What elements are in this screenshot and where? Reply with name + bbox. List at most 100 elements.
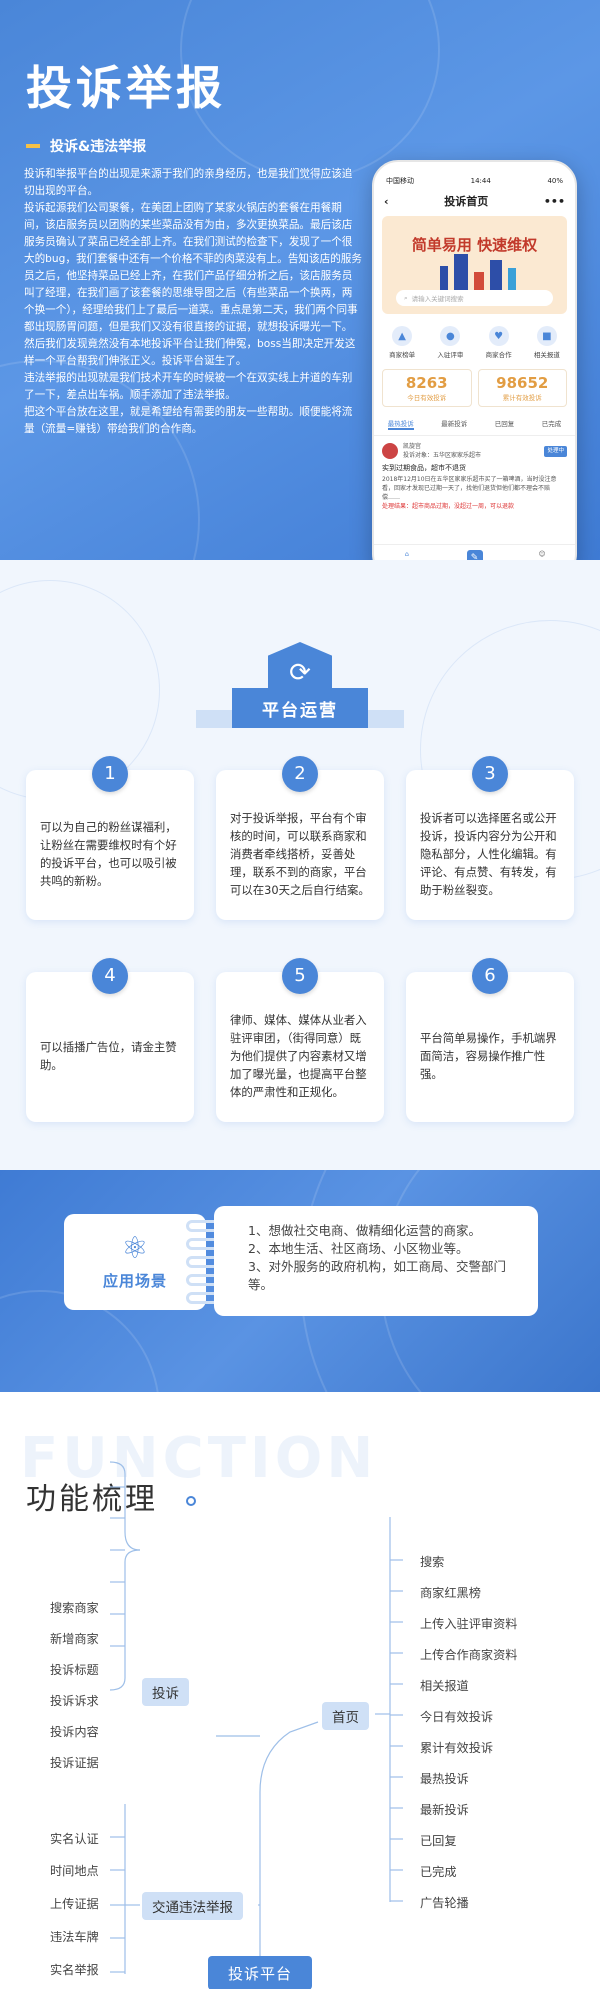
mindmap-leaf: 投诉诉求 xyxy=(50,1694,99,1708)
mindmap-leaf: 已回复 xyxy=(420,1834,457,1848)
mindmap-leaf: 投诉证据 xyxy=(50,1756,99,1770)
post-result: 处理结果：超市商品过期，没超过一周，可以退款 xyxy=(382,503,515,510)
card-text: 律师、媒体、媒体从业者入驻评审团，（街得同意）既为他们提供了内容素材又增加了曝光… xyxy=(230,1013,367,1099)
search-icon: ⌕ xyxy=(404,293,408,302)
mindmap-leaf: 投诉标题 xyxy=(50,1663,99,1677)
card-number: 5 xyxy=(282,958,318,994)
ops-card: 6 平台简单易操作，手机端界面简洁，容易操作推广性强。 xyxy=(406,958,574,1122)
phone-mockup: 中国移动 14:44 40% ‹ 投诉首页 ••• 简单易用 快速维权 ⌕ 请输… xyxy=(372,160,577,580)
ops-card: 5 律师、媒体、媒体从业者入驻评审团，（街得同意）既为他们提供了内容素材又增加了… xyxy=(216,958,384,1122)
stat-value: 98652 xyxy=(496,374,549,392)
ops-card: 1 可以为自己的粉丝谋福利，让粉丝在需要维权时有个好的投诉平台，也可以吸引被共鸣… xyxy=(26,756,194,920)
mindmap-leaf: 上传合作商家资料 xyxy=(420,1648,518,1662)
search-placeholder: 请输入关键词搜索 xyxy=(411,295,464,303)
card-number: 2 xyxy=(282,756,318,792)
phone-tabs: 最热投诉 最新投诉 已回复 已完成 xyxy=(374,413,575,436)
mindmap-leaf: 广告轮播 xyxy=(420,1896,469,1910)
stat-label: 累计有效投诉 xyxy=(502,394,542,402)
hero-subtitle-text: 投诉&违法举报 xyxy=(50,139,147,155)
banner-slogan: 简单易用 快速维权 xyxy=(411,236,538,254)
mindmap-leaf: 已完成 xyxy=(420,1865,457,1879)
card-text: 可以插播广告位，请金主赞助。 xyxy=(40,1040,177,1072)
mindmap-leaf: 新增商家 xyxy=(50,1632,99,1646)
scene-item: 2、本地生活、社区商场、小区物业等。 xyxy=(248,1241,469,1256)
hero-description: 投诉和举报平台的出现是来源于我们的亲身经历，也是我们觉得应该追切出现的平台。 投… xyxy=(24,166,362,438)
phone-nav-bar: ‹ 投诉首页 ••• xyxy=(374,190,575,212)
mindmap-leaf: 实名认证 xyxy=(50,1832,99,1846)
mindmap-leaf: 投诉内容 xyxy=(50,1725,99,1739)
mindmap-leaf: 时间地点 xyxy=(50,1864,99,1878)
decor-circle xyxy=(0,580,160,800)
tab-hot[interactable]: 最热投诉 xyxy=(387,418,414,430)
scenes-label: 应用场景 xyxy=(102,1271,167,1290)
subtitle-bar-icon xyxy=(26,144,40,148)
user-icon: ● xyxy=(440,326,461,346)
shop-icon: ▲ xyxy=(392,326,413,346)
mindmap-node-home: 首页 xyxy=(322,1702,369,1730)
ops-card: 4 可以插播广告位，请金主赞助。 xyxy=(26,958,194,1122)
phone-banner[interactable]: 简单易用 快速维权 ⌕ 请输入关键词搜索 xyxy=(382,216,567,314)
card-number: 1 xyxy=(92,756,128,792)
hero-paragraph: 投诉起源我们公司聚餐，在美团上团购了某家火锅店的套餐在用餐期间，该店服务员以团购… xyxy=(24,202,362,367)
tab-new[interactable]: 最新投诉 xyxy=(441,418,467,430)
mindmap-leaf: 搜索 xyxy=(420,1555,445,1569)
phone-status-bar: 中国移动 14:44 40% xyxy=(374,172,575,190)
more-icon[interactable]: ••• xyxy=(544,195,565,208)
post-title: 实到过期食品，超市不退货 xyxy=(382,464,466,472)
atom-icon: ⚛ xyxy=(121,1230,149,1266)
tab-done[interactable]: 已完成 xyxy=(542,418,562,430)
post-user: 凯旋宫 xyxy=(403,443,422,450)
banner-building-icon xyxy=(490,260,502,294)
avatar xyxy=(382,443,398,459)
quick-menu-label: 相关报道 xyxy=(533,351,560,359)
stat-value: 8263 xyxy=(405,374,448,392)
phone-search-input[interactable]: ⌕ 请输入关键词搜索 xyxy=(396,290,553,306)
complaint-post[interactable]: 凯旋宫 投诉对象：五华区家家乐超市 处理中 实到过期食品，超市不退货 2018年… xyxy=(374,436,575,517)
stat-label: 今日有效投诉 xyxy=(407,394,447,402)
ops-card: 3 投诉者可以选择匿名或公开投诉，投诉内容分为公开和隐私部分，人性化编辑。有评论… xyxy=(406,756,574,920)
mindmap-leaf: 相关报道 xyxy=(420,1679,469,1693)
quick-menu-item[interactable]: ■ 相关报道 xyxy=(534,326,560,359)
card-text: 平台简单易操作，手机端界面简洁，容易操作推广性强。 xyxy=(420,1031,557,1081)
quick-menu-item[interactable]: ▲ 商家榜单 xyxy=(389,326,415,359)
platform-operations-section: 平台运营 ⟳ 1 可以为自己的粉丝谋福利，让粉丝在需要维权时有个好的投诉平台，也… xyxy=(0,560,600,1170)
quick-menu-label: 商家榜单 xyxy=(389,351,416,359)
post-body: 2018年12月10日在五华区家家乐超市买了一箱啤酒，当时没注意看，回家才发现已… xyxy=(382,476,557,501)
mindmap-leaf: 最热投诉 xyxy=(420,1772,469,1786)
back-icon[interactable]: ‹ xyxy=(384,195,389,208)
quick-menu-item[interactable]: ♥ 商家合作 xyxy=(486,326,512,359)
quick-menu-label: 入驻评审 xyxy=(437,351,464,359)
stat-today: 8263 今日有效投诉 xyxy=(382,369,472,407)
mindmap-node-traffic: 交通违法举报 xyxy=(142,1892,243,1920)
mindmap-leaf: 实名举报 xyxy=(50,1963,99,1977)
card-number: 6 xyxy=(472,958,508,994)
scene-item: 1、想做社交电商、做精细化运营的商家。 xyxy=(248,1223,481,1238)
function-section: FUNCTION 功能梳理 搜索商家 新增商家 投诉标题 投诉诉求 投诉内容 投… xyxy=(0,1392,600,1989)
hero-paragraph: 把这个平台放在这里，就是希望给有需要的朋友一些帮助。顺便能将流量（流量=赚钱）带… xyxy=(24,406,353,435)
post-header: 凯旋宫 投诉对象：五华区家家乐超市 处理中 xyxy=(382,442,567,460)
mindmap-node-tousu: 投诉 xyxy=(142,1678,189,1706)
scenes-label-card: ⚛ 应用场景 xyxy=(64,1214,206,1310)
quick-menu-label: 商家合作 xyxy=(485,351,512,359)
scene-item: 3、对外服务的政府机构，如工商局、交警部门等。 xyxy=(248,1259,506,1292)
tab-replied[interactable]: 已回复 xyxy=(495,418,515,430)
card-text: 可以为自己的粉丝谋福利，让粉丝在需要维权时有个好的投诉平台，也可以吸引被共鸣的新… xyxy=(40,820,177,888)
home-icon: ⌂ xyxy=(404,550,410,558)
application-scenes-section: ⚛ 应用场景 1、想做社交电商、做精细化运营的商家。 2、本地生活、社区商场、小… xyxy=(0,1170,600,1392)
card-text: 对于投诉举报，平台有个审核的时间，可以联系商家和消费者牵线搭桥，妥善处理，联系不… xyxy=(230,811,370,897)
mindmap-leaf: 违法车牌 xyxy=(50,1930,99,1944)
phone-page-title: 投诉首页 xyxy=(444,195,489,208)
status-time: 14:44 xyxy=(470,177,491,185)
ops-card: 2 对于投诉举报，平台有个审核的时间，可以联系商家和消费者牵线搭桥，妥善处理，联… xyxy=(216,756,384,920)
mindmap-leaf: 累计有效投诉 xyxy=(420,1741,494,1755)
phone-quick-menu: ▲ 商家榜单 ● 入驻评审 ♥ 商家合作 ■ 相关报道 xyxy=(374,318,575,363)
user-icon: ☺ xyxy=(538,550,546,558)
scenes-list: 1、想做社交电商、做精细化运营的商家。 2、本地生活、社区商场、小区物业等。 3… xyxy=(214,1206,538,1316)
quick-menu-item[interactable]: ● 入驻评审 xyxy=(437,326,463,359)
mindmap-leaf: 搜索商家 xyxy=(50,1601,99,1615)
post-meta: 凯旋宫 投诉对象：五华区家家乐超市 xyxy=(403,442,481,460)
hero-subtitle: 投诉&违法举报 xyxy=(26,136,146,156)
mindmap-root: 投诉平台 xyxy=(208,1956,312,1989)
stat-total: 98652 累计有效投诉 xyxy=(477,369,567,407)
hero-title: 投诉举报 xyxy=(26,61,226,115)
